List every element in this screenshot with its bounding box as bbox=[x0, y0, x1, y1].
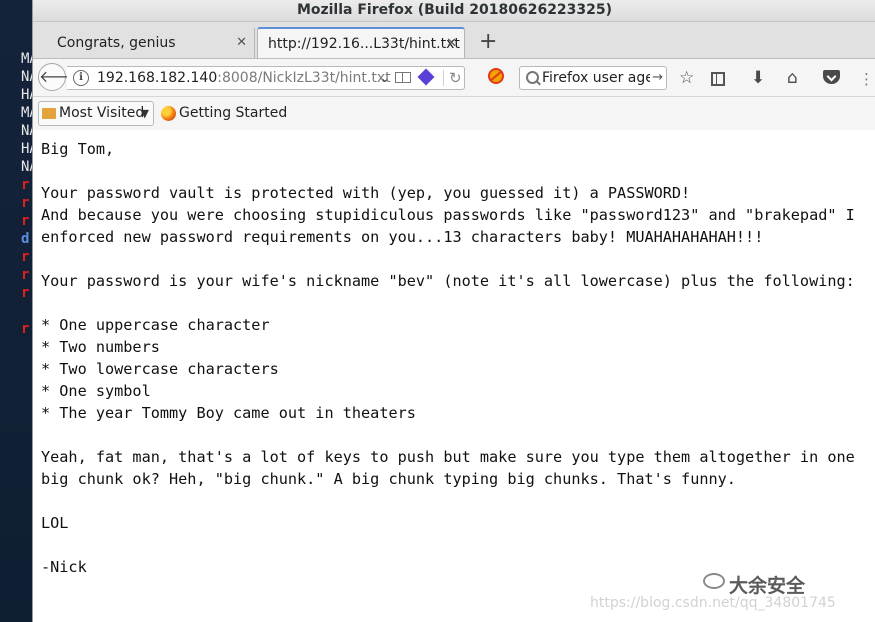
tab-strip: Congrats, genius ✕ http://192.16...L33t/… bbox=[33, 22, 875, 59]
background-terminal: MA NA HA MA NA HA NA r r r d r r r r bbox=[0, 0, 38, 622]
tab-hint[interactable]: http://192.16...L33t/hint.txt ✕ bbox=[257, 27, 465, 58]
watermark-text: 大余安全 bbox=[729, 575, 806, 597]
menu-icon[interactable]: ⋮⋮ bbox=[859, 68, 875, 90]
back-arrow-icon[interactable]: 🡐 bbox=[38, 63, 82, 91]
chevron-down-icon[interactable]: ⌄ bbox=[380, 68, 390, 88]
reload-icon[interactable]: ↻ bbox=[449, 67, 462, 89]
star-icon[interactable]: ☆ bbox=[679, 67, 694, 89]
new-tab-icon[interactable]: + bbox=[479, 28, 497, 56]
noscript-icon[interactable] bbox=[488, 68, 504, 84]
url-host: 192.168.182.140 bbox=[97, 70, 218, 86]
divider bbox=[443, 70, 444, 86]
search-input[interactable] bbox=[542, 68, 650, 88]
tab-congrats[interactable]: Congrats, genius ✕ bbox=[47, 28, 255, 58]
search-bar[interactable]: → bbox=[519, 66, 667, 90]
search-icon bbox=[526, 71, 539, 84]
page-content: Big Tom, Your password vault is protecte… bbox=[33, 130, 875, 622]
search-go-icon[interactable]: → bbox=[652, 67, 663, 89]
most-visited-folder[interactable]: Most Visited ▼ bbox=[38, 101, 154, 126]
url-bar[interactable]: i 192.168.182.140:8008/NickIzL33t/hint.t… bbox=[67, 66, 465, 90]
bookmark-label: Getting Started bbox=[179, 105, 288, 121]
bookmarks-toolbar: Most Visited ▼ Getting Started bbox=[33, 97, 875, 132]
pocket-icon[interactable] bbox=[823, 70, 840, 84]
download-icon[interactable]: ⬇ bbox=[751, 67, 765, 89]
navigation-toolbar: 🡐 i 192.168.182.140:8008/NickIzL33t/hint… bbox=[33, 59, 875, 97]
library-icon[interactable] bbox=[711, 72, 725, 86]
window-title: Mozilla Firefox (Build 20180626223325) bbox=[33, 0, 875, 22]
close-icon[interactable]: ✕ bbox=[446, 29, 457, 59]
hint-text: Big Tom, Your password vault is protecte… bbox=[41, 140, 855, 576]
firefox-window: Mozilla Firefox (Build 20180626223325) C… bbox=[32, 0, 875, 622]
chevron-down-icon: ▼ bbox=[140, 107, 149, 120]
tab-label: Congrats, genius bbox=[57, 35, 176, 51]
folder-icon bbox=[42, 108, 56, 119]
home-icon[interactable]: ⌂ bbox=[787, 67, 798, 89]
tab-label: http://192.16...L33t/hint.txt bbox=[268, 36, 460, 52]
wechat-icon bbox=[703, 573, 725, 589]
info-icon[interactable]: i bbox=[73, 70, 89, 86]
close-icon[interactable]: ✕ bbox=[236, 28, 247, 58]
reader-view-icon[interactable] bbox=[395, 72, 411, 83]
extension-icon[interactable] bbox=[417, 68, 435, 86]
csdn-watermark: https://blog.csdn.net/qq_34801745 bbox=[590, 595, 836, 611]
firefox-icon bbox=[161, 106, 176, 121]
url-text[interactable]: 192.168.182.140:8008/NickIzL33t/hint.txt bbox=[97, 67, 391, 89]
bookmark-label: Most Visited bbox=[59, 105, 145, 121]
url-path: :8008/NickIzL33t/hint.txt bbox=[217, 70, 391, 86]
